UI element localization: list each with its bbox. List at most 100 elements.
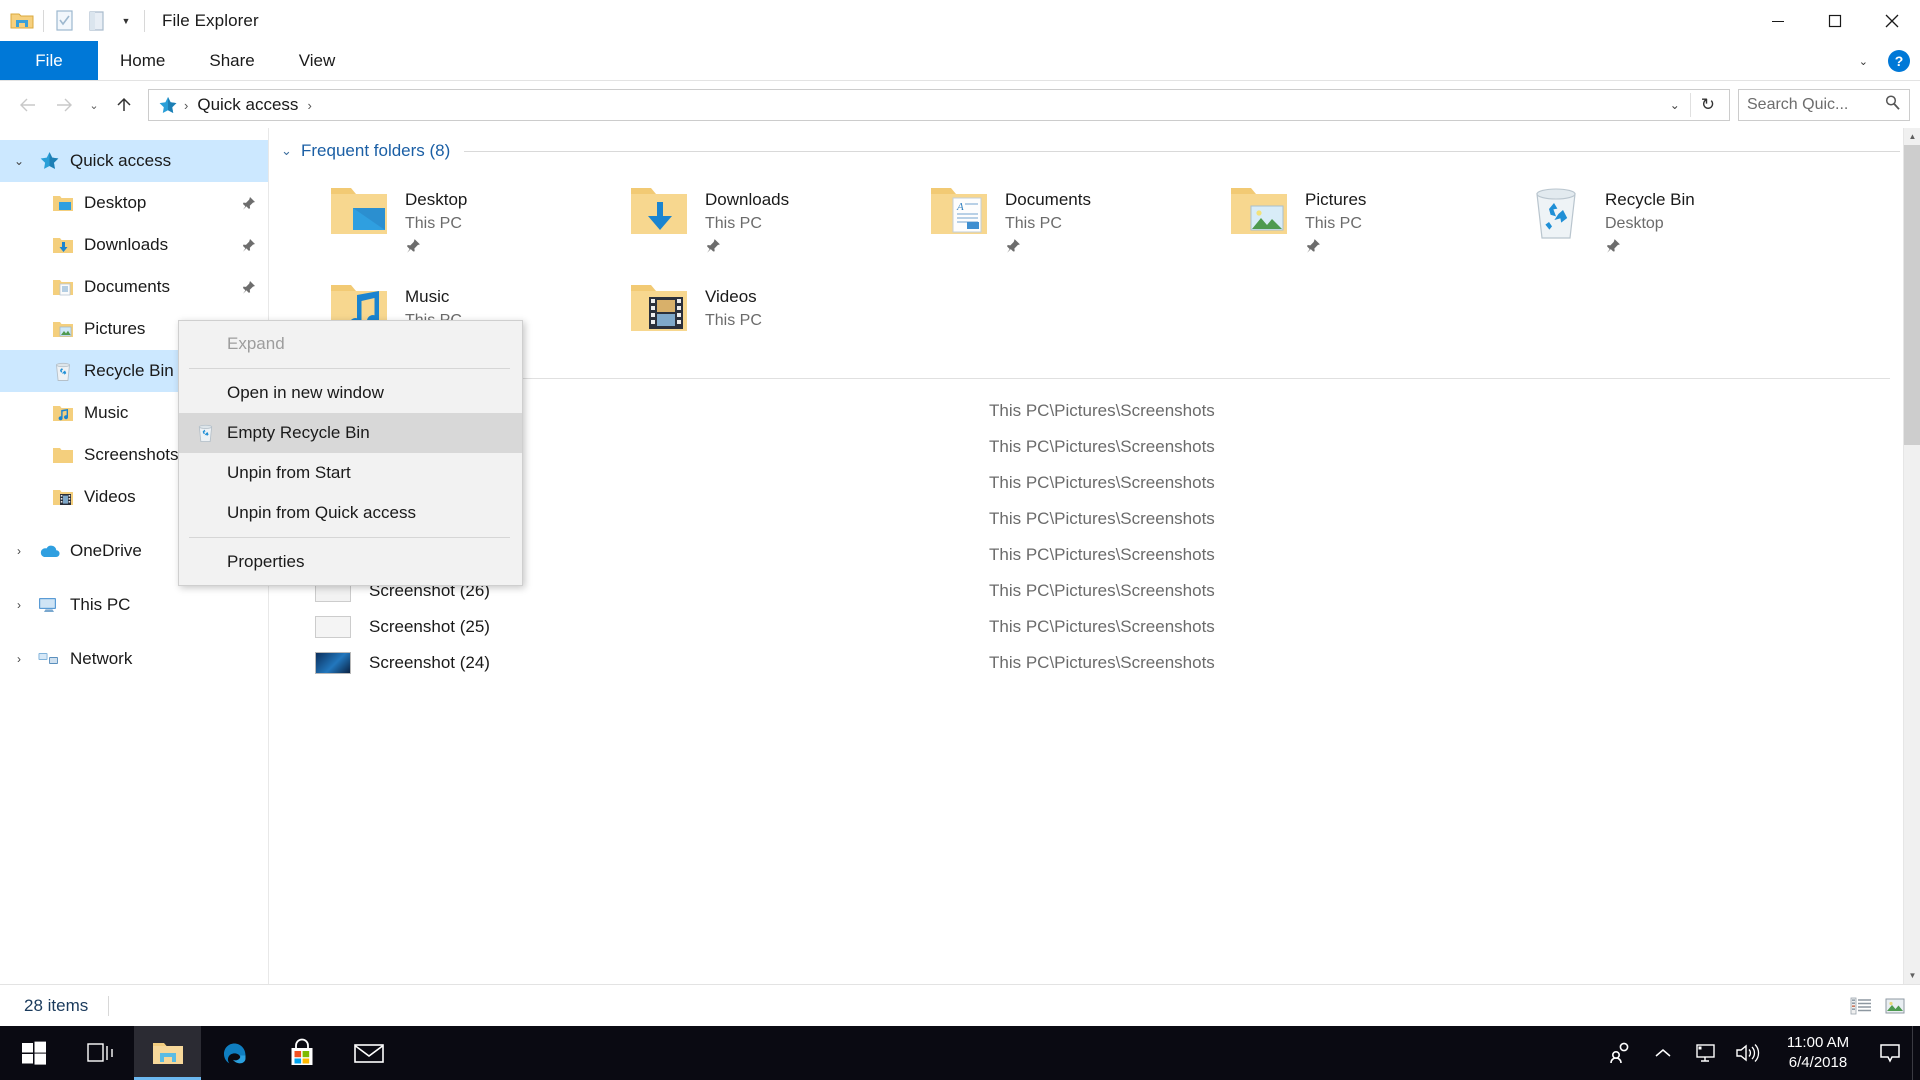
file-explorer-icon[interactable] [134, 1026, 201, 1080]
search-box[interactable]: Search Quic... [1738, 89, 1910, 121]
edge-browser-icon[interactable] [201, 1026, 268, 1080]
recycle-bin-icon [1527, 182, 1591, 246]
pin-icon[interactable] [1005, 238, 1091, 259]
sidebar-item-desktop[interactable]: Desktop [0, 182, 268, 224]
context-menu-item-unpin-from-quick-access[interactable]: Unpin from Quick access [179, 493, 522, 533]
tab-home[interactable]: Home [98, 41, 187, 80]
new-folder-icon[interactable] [81, 5, 113, 37]
tile-name: Videos [705, 285, 762, 309]
network-monitor-icon[interactable] [1684, 1026, 1726, 1080]
up-arrow-icon[interactable] [106, 87, 142, 123]
details-view-icon[interactable] [1844, 991, 1878, 1021]
maximize-icon[interactable] [1806, 0, 1863, 41]
volume-icon[interactable] [1726, 1026, 1768, 1080]
folder-videos-icon [48, 482, 78, 512]
breadcrumb-separator: › [179, 98, 193, 113]
help-icon[interactable]: ? [1888, 50, 1910, 72]
pin-icon[interactable] [405, 238, 467, 259]
folder-videos-icon [627, 279, 691, 343]
pin-icon[interactable] [236, 238, 260, 253]
sidebar-item-downloads[interactable]: Downloads [0, 224, 268, 266]
pin-icon[interactable] [1605, 238, 1695, 259]
forward-arrow-icon[interactable] [46, 87, 82, 123]
onedrive-cloud-icon [34, 536, 64, 566]
sidebar-item-documents[interactable]: Documents [0, 266, 268, 308]
tab-share[interactable]: Share [187, 41, 276, 80]
search-input[interactable]: Search Quic... [1747, 96, 1884, 114]
sidebar-item-network[interactable]: › Network [0, 638, 268, 680]
folder-documents-icon [48, 272, 78, 302]
ribbon-tab-bar: File Home Share View ⌄ ? [0, 41, 1920, 81]
quick-access-star-icon [157, 96, 179, 115]
folder-tile-videos[interactable]: Videos This PC [599, 271, 899, 368]
back-arrow-icon[interactable] [10, 87, 46, 123]
action-center-icon[interactable] [1868, 1026, 1912, 1080]
folder-tile-desktop[interactable]: Desktop This PC [299, 174, 599, 271]
show-hidden-icons-chevron[interactable] [1642, 1026, 1684, 1080]
folder-documents-icon: A [927, 182, 991, 246]
close-icon[interactable] [1863, 0, 1920, 41]
recent-locations-chevron-icon[interactable]: ⌄ [82, 87, 106, 123]
minimize-icon[interactable] [1749, 0, 1806, 41]
tab-view[interactable]: View [277, 41, 358, 80]
microsoft-store-icon[interactable] [268, 1026, 335, 1080]
tab-file[interactable]: File [0, 41, 98, 80]
menu-icon-placeholder [187, 459, 223, 487]
file-path: This PC\Pictures\Screenshots [989, 509, 1215, 529]
address-dropdown-chevron-icon[interactable]: ⌄ [1660, 98, 1690, 112]
breadcrumb-separator-2[interactable]: › [302, 98, 316, 113]
show-desktop-button[interactable] [1912, 1026, 1920, 1080]
pin-icon[interactable] [236, 196, 260, 211]
address-bar[interactable]: › Quick access › ⌄ ↻ [148, 89, 1730, 121]
refresh-icon[interactable]: ↻ [1690, 93, 1725, 117]
status-divider [108, 996, 109, 1016]
folder-tile-documents[interactable]: A Documents This PC [899, 174, 1199, 271]
scroll-down-arrow-icon[interactable]: ▼ [1904, 967, 1920, 984]
chevron-right-icon[interactable]: › [4, 598, 34, 612]
quick-access-star-icon [34, 146, 64, 176]
chevron-right-icon[interactable]: › [4, 652, 34, 666]
pin-icon[interactable] [705, 238, 789, 259]
pin-icon[interactable] [236, 280, 260, 295]
folder-tile-pictures[interactable]: Pictures This PC [1199, 174, 1499, 271]
frequent-folders-group-header[interactable]: ⌄ Frequent folders (8) [269, 134, 1920, 168]
scrollbar-thumb[interactable] [1904, 145, 1920, 445]
scroll-up-arrow-icon[interactable]: ▲ [1904, 128, 1920, 145]
chevron-expanded-icon[interactable]: ⌄ [4, 154, 34, 168]
file-row[interactable]: Screenshot (25) This PC\Pictures\Screens… [269, 609, 1920, 645]
chevron-right-icon[interactable]: › [4, 544, 34, 558]
context-menu-item-open-in-new-window[interactable]: Open in new window [179, 373, 522, 413]
tile-location: This PC [705, 212, 789, 236]
context-menu: Expand Open in new window Empty Recycle … [178, 320, 523, 586]
vertical-scrollbar[interactable]: ▲ ▼ [1903, 128, 1920, 984]
folder-tile-downloads[interactable]: Downloads This PC [599, 174, 899, 271]
file-path: This PC\Pictures\Screenshots [989, 401, 1215, 421]
context-menu-item-properties[interactable]: Properties [179, 542, 522, 582]
file-path: This PC\Pictures\Screenshots [989, 437, 1215, 457]
menu-icon-placeholder [187, 499, 223, 527]
context-menu-item-label: Expand [227, 334, 285, 354]
large-icons-view-icon[interactable] [1878, 991, 1912, 1021]
people-icon[interactable] [1600, 1026, 1642, 1080]
taskbar-clock[interactable]: 11:00 AM 6/4/2018 [1768, 1033, 1868, 1073]
sidebar-item-this-pc[interactable]: › This PC [0, 584, 268, 626]
context-menu-item-unpin-from-start[interactable]: Unpin from Start [179, 453, 522, 493]
sidebar-item-quick-access[interactable]: ⌄ Quick access [0, 140, 268, 182]
chevron-down-icon[interactable]: ⌄ [1853, 55, 1874, 68]
file-path: This PC\Pictures\Screenshots [989, 473, 1215, 493]
file-row[interactable]: Screenshot (24) This PC\Pictures\Screens… [269, 645, 1920, 681]
context-menu-item-empty-recycle-bin[interactable]: Empty Recycle Bin [179, 413, 522, 453]
mail-icon[interactable] [335, 1026, 402, 1080]
chevron-expanded-icon[interactable]: ⌄ [281, 143, 301, 159]
folder-pictures-icon [1227, 182, 1291, 246]
breadcrumb-quick-access[interactable]: Quick access [193, 95, 302, 115]
menu-icon-placeholder [187, 548, 223, 576]
windows-start-icon[interactable] [0, 1026, 67, 1080]
window-title: File Explorer [162, 11, 259, 31]
item-count-label: 28 items [8, 996, 88, 1016]
pin-icon[interactable] [1305, 238, 1366, 259]
folder-tile-recycle-bin[interactable]: Recycle Bin Desktop [1499, 174, 1799, 271]
properties-icon[interactable] [49, 5, 81, 37]
task-view-icon[interactable] [67, 1026, 134, 1080]
customize-chevron-icon[interactable]: ▼ [113, 6, 139, 36]
